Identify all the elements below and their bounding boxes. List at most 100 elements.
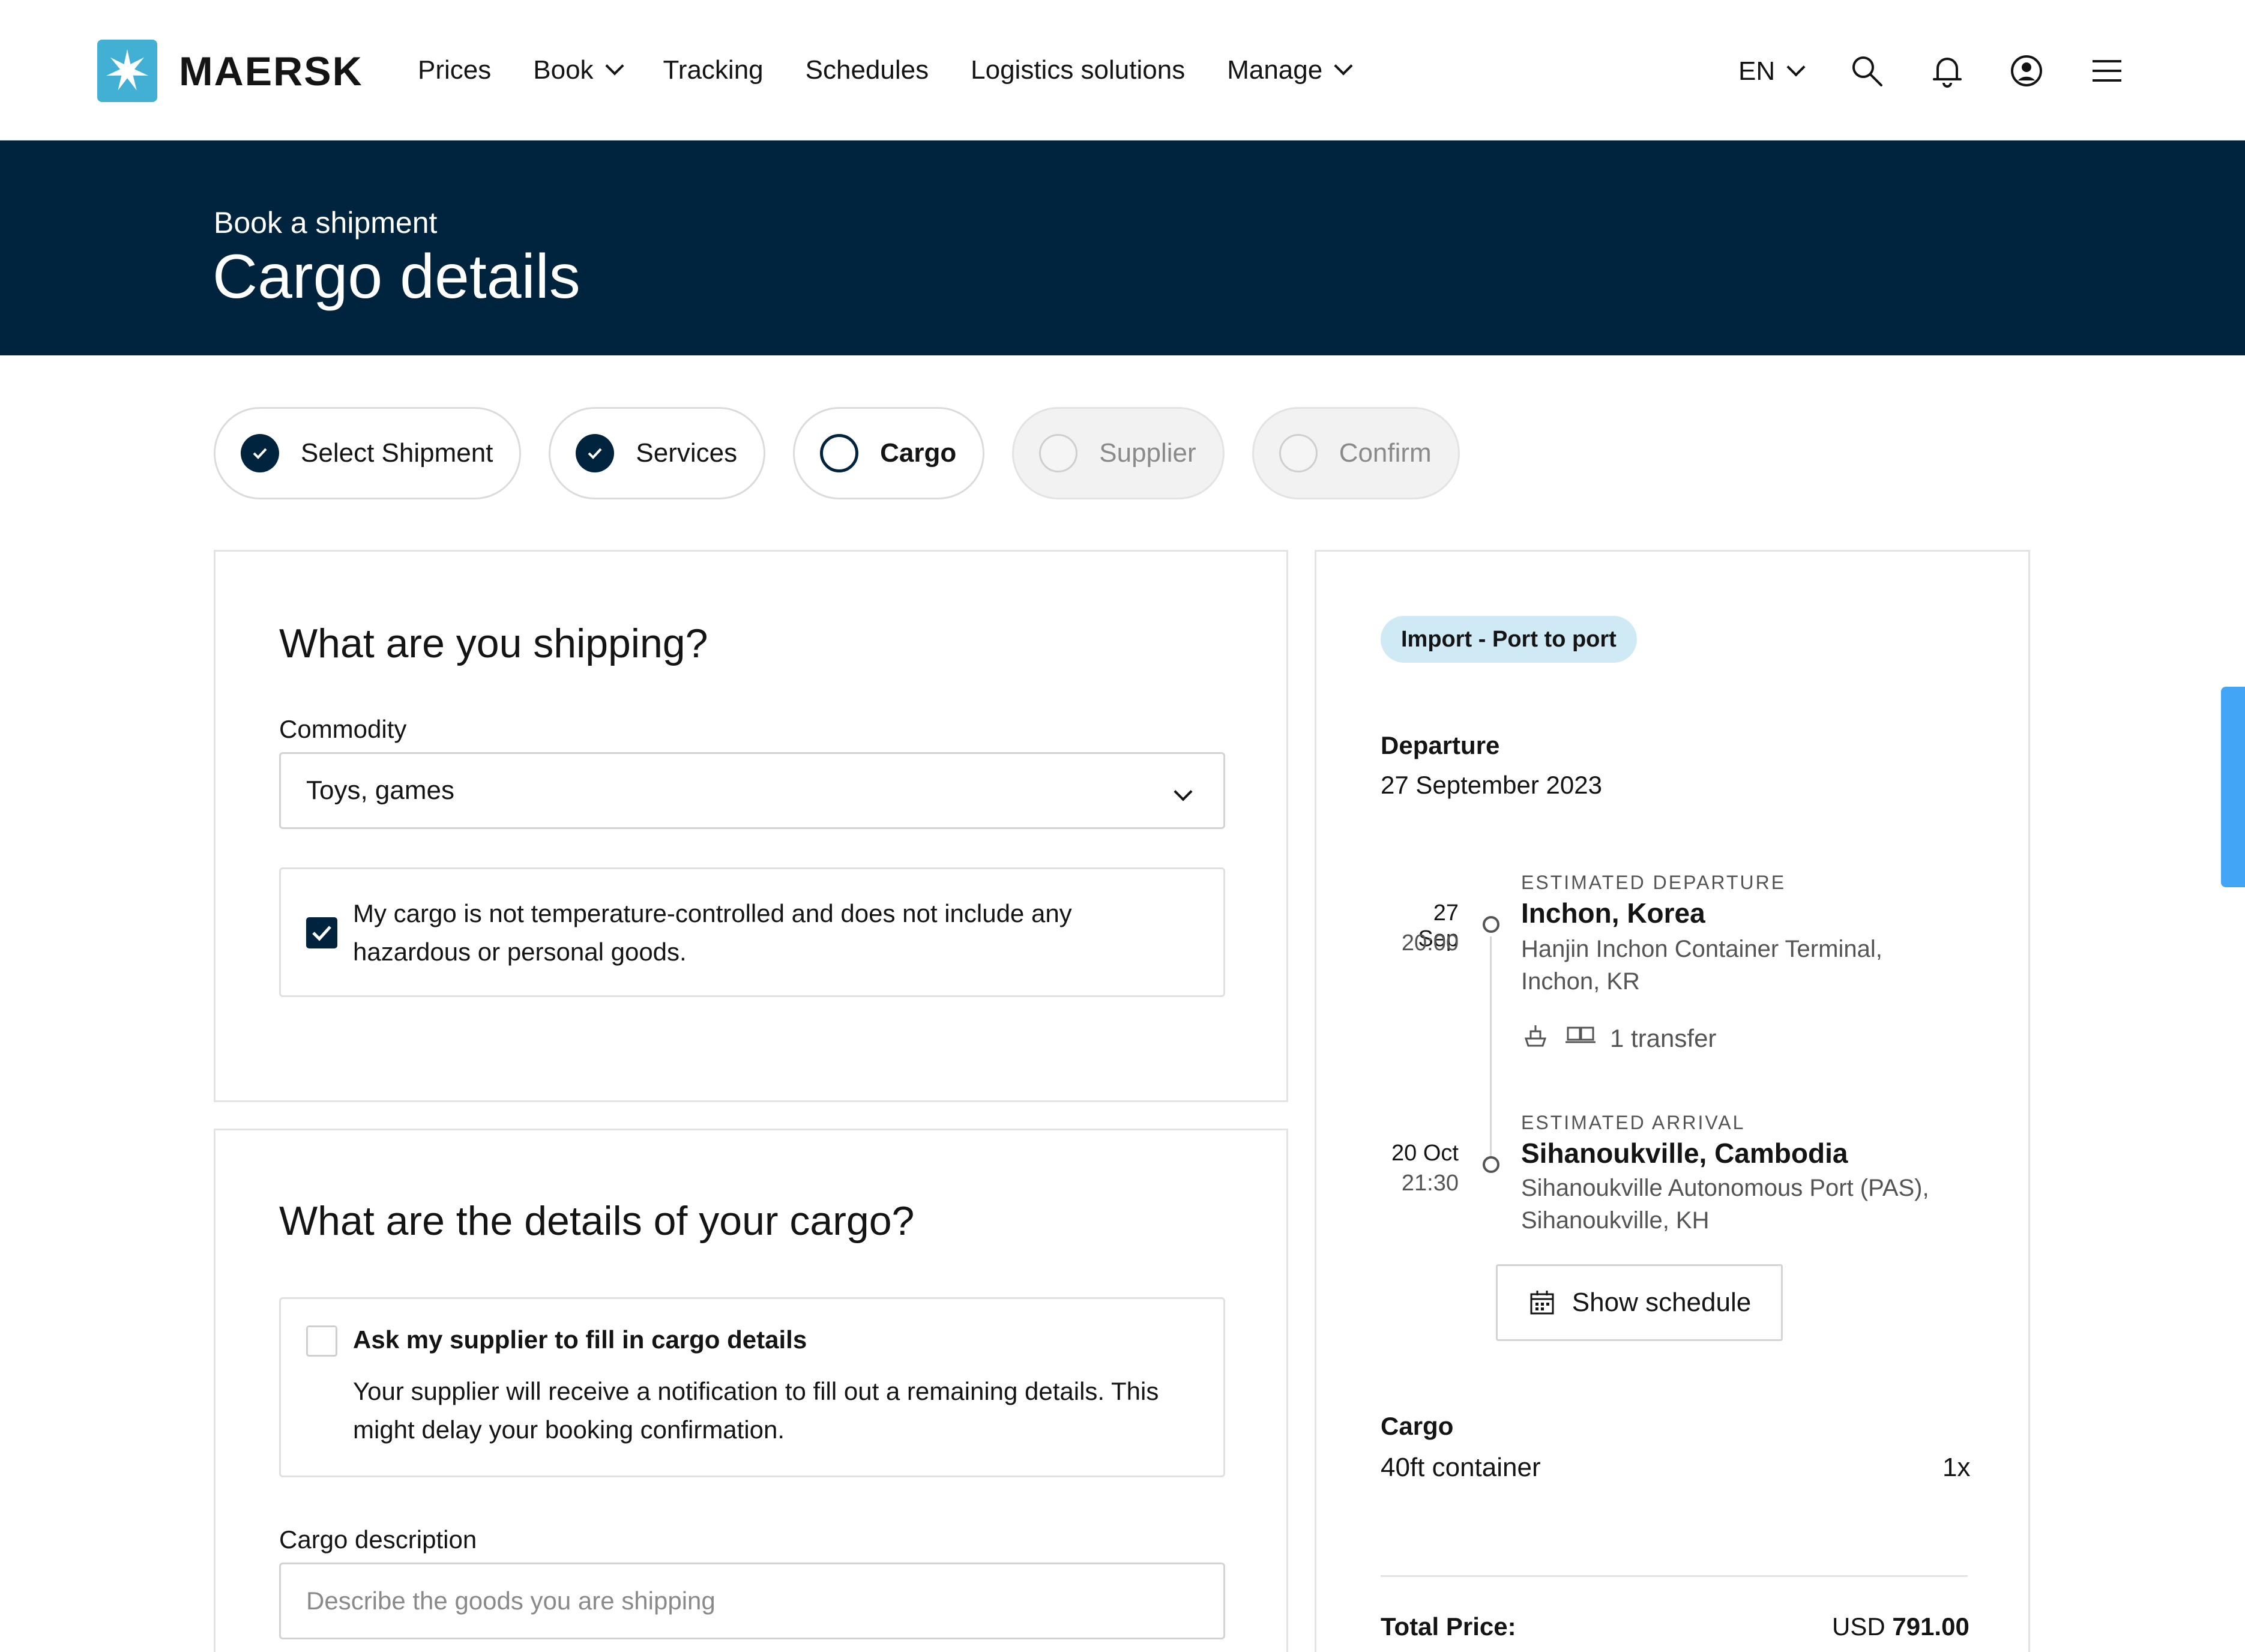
total-price-label: Total Price: — [1381, 1612, 1516, 1641]
show-schedule-label: Show schedule — [1572, 1288, 1752, 1317]
maersk-star-logo[interactable] — [97, 40, 157, 102]
declaration-line: hazardous or personal goods. — [353, 938, 687, 966]
total-amount: 791.00 — [1892, 1612, 1969, 1641]
page-title: Cargo details — [212, 242, 580, 312]
nav-label: Book — [533, 55, 594, 85]
calendar-icon — [1530, 1291, 1554, 1315]
shipment-type-badge: Import - Port to port — [1381, 616, 1637, 663]
departure-date: 27 September 2023 — [1381, 771, 1602, 799]
supplier-fill-title: Ask my supplier to fill in cargo details — [353, 1325, 807, 1354]
cargo-heading: Cargo — [1381, 1412, 1454, 1440]
shipping-card-title: What are you shipping? — [279, 621, 708, 666]
declaration-checkbox[interactable] — [306, 917, 337, 948]
user-icon[interactable] — [2008, 53, 2045, 89]
search-icon[interactable] — [1849, 53, 1885, 89]
destination-time: 21:30 — [1401, 1171, 1459, 1196]
supplier-fill-description: Your supplier will receive a notificatio… — [353, 1372, 1159, 1449]
check-icon — [241, 434, 279, 472]
top-header: MAERSK Prices Book Tracking Schedules Lo… — [0, 0, 2245, 140]
destination-terminal-line: Sihanoukville, KH — [1521, 1207, 1710, 1234]
destination-dot — [1483, 1156, 1499, 1173]
commodity-label: Commodity — [279, 715, 407, 743]
route-timeline-line — [1490, 936, 1492, 1163]
step-label: Confirm — [1339, 438, 1432, 468]
supplier-fill-line: Your supplier will receive a notificatio… — [353, 1377, 1159, 1405]
cargo-description-label: Cargo description — [279, 1525, 477, 1554]
bell-icon[interactable] — [1929, 53, 1965, 89]
origin-terminal-line: Inchon, KR — [1521, 968, 1640, 995]
nav-item-prices[interactable]: Prices — [418, 55, 491, 85]
brand-name[interactable]: MAERSK — [179, 48, 363, 95]
supplier-fill-option[interactable]: Ask my supplier to fill in cargo details… — [279, 1297, 1225, 1477]
main-nav: Prices Book Tracking Schedules Logistics… — [418, 55, 1392, 85]
destination-terminal-line: Sihanoukville Autonomous Port (PAS), — [1521, 1175, 1929, 1201]
cargo-description-input[interactable]: Describe the goods you are shipping — [279, 1563, 1225, 1639]
show-schedule-button[interactable]: Show schedule — [1496, 1264, 1783, 1341]
destination-eyebrow: ESTIMATED ARRIVAL — [1521, 1112, 1746, 1133]
declaration-text: My cargo is not temperature-controlled a… — [353, 894, 1072, 971]
check-icon — [312, 926, 331, 941]
origin-dot — [1483, 916, 1499, 933]
origin-terminal-line: Hanjin Inchon Container Terminal, — [1521, 936, 1882, 962]
origin-terminal: Hanjin Inchon Container Terminal, Inchon… — [1521, 933, 1882, 998]
step-label: Supplier — [1099, 438, 1196, 468]
transfer-count: 1 transfer — [1610, 1024, 1717, 1052]
departure-heading: Departure — [1381, 731, 1500, 759]
cargo-card-title: What are the details of your cargo? — [279, 1198, 915, 1244]
star-icon — [106, 49, 149, 91]
destination-date: 20 Oct — [1391, 1141, 1459, 1166]
destination-terminal: Sihanoukville Autonomous Port (PAS), Sih… — [1521, 1172, 1929, 1237]
circle-icon — [1279, 434, 1318, 472]
origin-time: 20:00 — [1401, 930, 1459, 956]
chevron-down-icon — [604, 56, 624, 76]
supplier-fill-line: might delay your booking confirmation. — [353, 1415, 785, 1444]
menu-icon[interactable] — [2089, 53, 2125, 89]
nav-label: Logistics solutions — [971, 55, 1186, 85]
booking-stepper: Select Shipment Services Cargo Supplier … — [214, 407, 1487, 499]
booking-summary-card — [1315, 550, 2030, 1652]
commodity-select[interactable]: Toys, games — [279, 752, 1225, 829]
step-label: Services — [636, 438, 738, 468]
destination-port: Sihanoukville, Cambodia — [1521, 1138, 1848, 1169]
cargo-description-placeholder: Describe the goods you are shipping — [306, 1587, 716, 1615]
transfer-icon — [1564, 1022, 1597, 1048]
circle-icon — [1039, 434, 1078, 472]
page-hero: Book a shipment Cargo details — [0, 140, 2245, 355]
circle-icon — [820, 434, 859, 472]
step-select-shipment[interactable]: Select Shipment — [214, 407, 522, 499]
summary-divider — [1381, 1575, 1968, 1577]
cargo-quantity: 1x — [1942, 1453, 1971, 1482]
nav-item-logistics-solutions[interactable]: Logistics solutions — [971, 55, 1185, 85]
supplier-fill-checkbox[interactable] — [306, 1325, 337, 1357]
step-services[interactable]: Services — [549, 407, 766, 499]
page-subtitle: Book a shipment — [214, 206, 438, 240]
nav-item-book[interactable]: Book — [533, 55, 624, 85]
commodity-value: Toys, games — [306, 776, 454, 805]
nav-label: Manage — [1227, 55, 1323, 85]
nav-item-tracking[interactable]: Tracking — [663, 55, 764, 85]
nav-label: Prices — [418, 55, 492, 85]
step-supplier: Supplier — [1012, 407, 1225, 499]
cargo-details-card: What are the details of your cargo? Ask … — [214, 1129, 1288, 1652]
origin-eyebrow: ESTIMATED DEPARTURE — [1521, 872, 1786, 893]
step-cargo[interactable]: Cargo — [793, 407, 985, 499]
cargo-item: 40ft container — [1381, 1453, 1541, 1482]
ship-icon — [1521, 1020, 1550, 1049]
nav-label: Schedules — [805, 55, 929, 85]
feedback-tab[interactable] — [2221, 687, 2245, 887]
chevron-down-icon — [1786, 58, 1806, 77]
declaration-option[interactable]: My cargo is not temperature-controlled a… — [279, 867, 1225, 997]
shipping-card: What are you shipping? Commodity Toys, g… — [214, 550, 1288, 1102]
chevron-down-icon — [1174, 782, 1193, 801]
total-currency: USD — [1832, 1612, 1885, 1641]
step-label: Select Shipment — [301, 438, 493, 468]
step-confirm: Confirm — [1252, 407, 1460, 499]
language-selector[interactable]: EN — [1738, 56, 1806, 86]
nav-item-manage[interactable]: Manage — [1227, 55, 1353, 85]
total-price: USD 791.00 — [1832, 1612, 1969, 1641]
nav-label: Tracking — [663, 55, 764, 85]
declaration-line: My cargo is not temperature-controlled a… — [353, 899, 1072, 927]
origin-port: Inchon, Korea — [1521, 897, 1705, 929]
chevron-down-icon — [1334, 56, 1353, 76]
nav-item-schedules[interactable]: Schedules — [806, 55, 929, 85]
